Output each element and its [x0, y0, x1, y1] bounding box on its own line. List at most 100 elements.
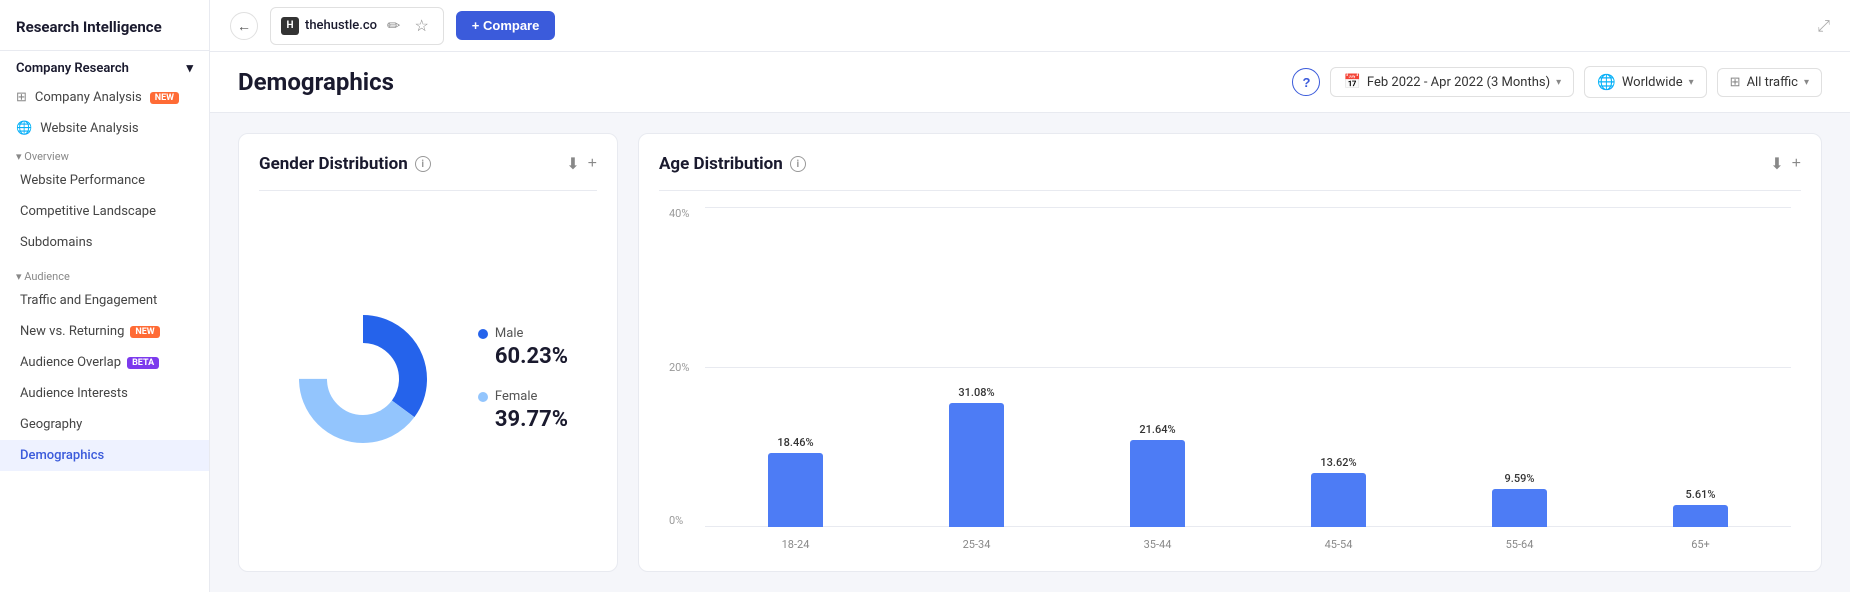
- bar-rect-18-24: [768, 453, 823, 527]
- region-dropdown[interactable]: 🌐 Worldwide ▾: [1584, 66, 1707, 98]
- y-label-40: 40%: [669, 207, 705, 220]
- star-button[interactable]: ☆: [410, 12, 432, 40]
- sidebar-item-company-analysis[interactable]: ⊞ Company Analysis NEW: [0, 82, 209, 113]
- chevron-down-icon-region: ▾: [1689, 77, 1694, 88]
- chevron-down-icon-traffic: ▾: [1804, 77, 1809, 88]
- site-favicon: H: [281, 17, 299, 35]
- bar-xlabel-55-64: 55-64: [1429, 538, 1610, 551]
- sidebar-item-geography[interactable]: Geography: [0, 409, 209, 440]
- gender-add-button[interactable]: +: [588, 155, 597, 173]
- sidebar-item-website-analysis[interactable]: 🌐 Website Analysis: [0, 113, 209, 144]
- app-title: Research Intelligence: [0, 0, 209, 51]
- bar-rect-55-64: [1492, 489, 1547, 527]
- main-content: ← H thehustle.co ✏ ☆ + Compare ⤢ Demogra…: [210, 0, 1850, 592]
- chevron-down-icon-small: ▾: [16, 150, 24, 163]
- male-label: Male: [495, 326, 523, 341]
- bar-rect-25-34: [949, 403, 1004, 527]
- chevron-down-icon-date: ▾: [1556, 77, 1561, 88]
- grid-icon: ⊞: [16, 90, 27, 105]
- y-axis: 40% 20% 0%: [669, 207, 705, 527]
- donut-area: Male 60.23% Female 39.77%: [259, 207, 597, 551]
- chevron-down-icon-audience: ▾: [16, 270, 24, 283]
- bar-value-18-24: 18.46%: [777, 436, 813, 449]
- traffic-label: All traffic: [1747, 75, 1798, 90]
- back-button[interactable]: ←: [230, 12, 258, 40]
- page-header: Demographics ? 📅 Feb 2022 - Apr 2022 (3 …: [210, 52, 1850, 113]
- female-value: 39.77%: [478, 407, 568, 432]
- expand-icon[interactable]: ⤢: [1817, 16, 1830, 35]
- bar-xlabel-35-44: 35-44: [1067, 538, 1248, 551]
- sidebar-item-website-performance[interactable]: Website Performance: [0, 165, 209, 196]
- male-dot: [478, 329, 488, 339]
- globe-icon: 🌐: [16, 121, 32, 136]
- female-legend-item: Female 39.77%: [478, 389, 568, 432]
- company-research-label: Company Research: [16, 61, 129, 76]
- bar-rect-65+: [1673, 505, 1728, 527]
- new-badge: NEW: [150, 92, 179, 104]
- gender-donut-chart: [288, 304, 438, 454]
- compare-button[interactable]: + Compare: [456, 11, 556, 40]
- age-info-icon[interactable]: i: [790, 156, 806, 172]
- sidebar: Research Intelligence Company Research ▾…: [0, 0, 210, 592]
- sidebar-item-audience-interests[interactable]: Audience Interests: [0, 378, 209, 409]
- age-add-button[interactable]: +: [1792, 155, 1801, 173]
- new-badge-returning: NEW: [130, 326, 159, 338]
- gender-chart-title: Gender Distribution i: [259, 154, 431, 174]
- gender-chart-header: Gender Distribution i ⬇ +: [259, 154, 597, 174]
- chevron-down-icon: ▾: [186, 61, 193, 76]
- topbar-right: ⤢: [1817, 16, 1830, 36]
- help-button[interactable]: ?: [1292, 68, 1320, 96]
- gender-distribution-card: Gender Distribution i ⬇ +: [238, 133, 618, 572]
- bar-group-35-44: 21.64%: [1067, 423, 1248, 551]
- globe-icon-region: 🌐: [1597, 73, 1616, 91]
- company-research-section[interactable]: Company Research ▾: [0, 51, 209, 82]
- edit-button[interactable]: ✏: [383, 12, 404, 40]
- sidebar-item-traffic-engagement[interactable]: Traffic and Engagement: [0, 285, 209, 316]
- age-bar-chart: 40% 20% 0% 18.46% 31.08% 21.64% 13.62% 9.59%…: [659, 207, 1801, 551]
- bar-group-45-54: 13.62%: [1248, 456, 1429, 551]
- gender-download-button[interactable]: ⬇: [566, 154, 579, 174]
- sidebar-item-competitive-landscape[interactable]: Competitive Landscape: [0, 196, 209, 227]
- bar-value-65+: 5.61%: [1686, 488, 1716, 501]
- sidebar-item-new-returning[interactable]: New vs. Returning NEW: [0, 316, 209, 347]
- male-value: 60.23%: [478, 344, 568, 369]
- gender-chart-actions: ⬇ +: [566, 154, 597, 174]
- female-label: Female: [495, 389, 537, 404]
- bar-rect-45-54: [1311, 473, 1366, 527]
- date-range-label: Feb 2022 - Apr 2022 (3 Months): [1367, 75, 1550, 90]
- bar-xlabel-45-54: 45-54: [1248, 538, 1429, 551]
- sidebar-item-subdomains[interactable]: Subdomains: [0, 227, 209, 258]
- bar-value-45-54: 13.62%: [1320, 456, 1356, 469]
- date-range-dropdown[interactable]: 📅 Feb 2022 - Apr 2022 (3 Months) ▾: [1330, 67, 1574, 97]
- bars-container: 18.46% 31.08% 21.64% 13.62% 9.59% 5.61%: [705, 207, 1791, 551]
- overview-label: ▾ Overview: [0, 144, 209, 165]
- sidebar-item-audience-overlap[interactable]: Audience Overlap BETA: [0, 347, 209, 378]
- age-download-button[interactable]: ⬇: [1770, 154, 1783, 174]
- y-label-20: 20%: [669, 361, 705, 374]
- page-title: Demographics: [238, 68, 394, 96]
- age-distribution-card: Age Distribution i ⬇ + 40% 20% 0%: [638, 133, 1822, 572]
- age-chart-actions: ⬇ +: [1770, 154, 1801, 174]
- y-label-0: 0%: [669, 514, 705, 527]
- site-name: thehustle.co: [305, 18, 377, 33]
- bar-xlabel-65+: 65+: [1610, 538, 1791, 551]
- age-chart-title: Age Distribution i: [659, 154, 806, 174]
- bar-xlabel-18-24: 18-24: [705, 538, 886, 551]
- bar-value-35-44: 21.64%: [1139, 423, 1175, 436]
- topbar: ← H thehustle.co ✏ ☆ + Compare ⤢: [210, 0, 1850, 52]
- female-dot: [478, 392, 488, 402]
- traffic-dropdown[interactable]: ⊞ All traffic ▾: [1717, 68, 1822, 97]
- gender-legend: Male 60.23% Female 39.77%: [478, 326, 568, 432]
- sidebar-item-demographics[interactable]: Demographics: [0, 440, 209, 471]
- gender-info-icon[interactable]: i: [415, 156, 431, 172]
- bar-value-55-64: 9.59%: [1505, 472, 1535, 485]
- calendar-icon: 📅: [1343, 74, 1360, 90]
- bar-rect-35-44: [1130, 440, 1185, 527]
- bar-chart-body: 40% 20% 0% 18.46% 31.08% 21.64% 13.62% 9.59%…: [669, 207, 1791, 551]
- audience-label: ▾ Audience: [0, 264, 209, 285]
- bar-group-25-34: 31.08%: [886, 386, 1067, 551]
- male-legend-item: Male 60.23%: [478, 326, 568, 369]
- beta-badge: BETA: [127, 357, 159, 369]
- region-label: Worldwide: [1622, 75, 1683, 90]
- bar-group-18-24: 18.46%: [705, 436, 886, 551]
